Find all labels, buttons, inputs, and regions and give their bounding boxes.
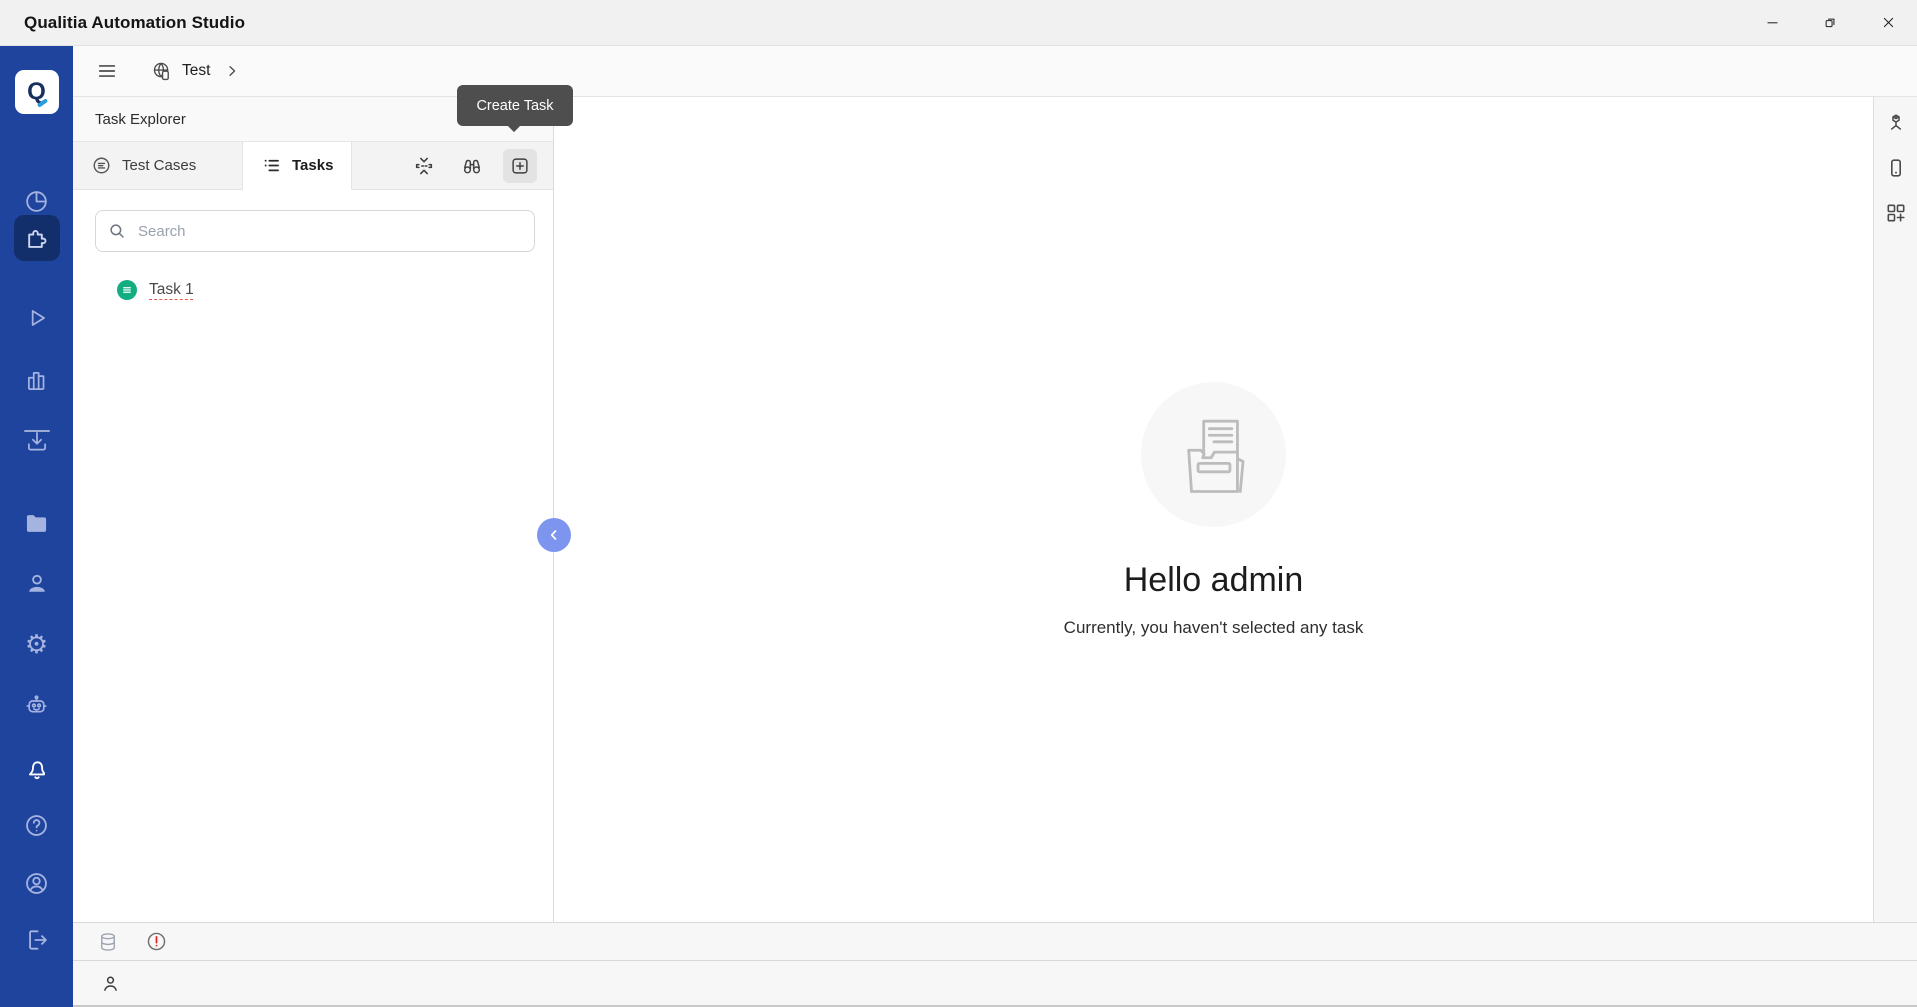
bell-icon	[24, 756, 50, 782]
collapse-all-button[interactable]	[407, 149, 441, 183]
restore-button[interactable]	[1801, 0, 1859, 45]
explorer-tabs: Test Cases Tasks	[73, 142, 553, 190]
search-input[interactable]	[95, 210, 535, 252]
task-list-item[interactable]: Task 1	[117, 280, 194, 300]
create-task-button[interactable]	[503, 149, 537, 183]
add-icon	[509, 155, 531, 177]
help-icon	[23, 812, 50, 839]
mobile-device-button[interactable]	[1883, 155, 1909, 181]
sidebar-item-tasks[interactable]	[14, 215, 60, 261]
empty-state-illustration	[1141, 382, 1286, 527]
titlebar: Qualitia Automation Studio	[0, 0, 1917, 46]
tasks-list-icon	[261, 155, 282, 176]
sidebar-item-help[interactable]	[15, 805, 59, 845]
pie-chart-icon	[23, 188, 50, 215]
add-widget-button[interactable]	[1883, 200, 1909, 226]
sidebar-item-home[interactable]: Q	[15, 70, 59, 114]
gear-icon: ⚙︎	[25, 631, 48, 657]
create-task-tooltip: Create Task	[457, 85, 573, 126]
puzzle-icon	[23, 225, 50, 252]
minimize-button[interactable]	[1743, 0, 1801, 45]
collapse-all-icon	[413, 155, 435, 177]
app-title: Qualitia Automation Studio	[24, 13, 245, 33]
chevron-left-icon	[546, 527, 562, 543]
account-icon	[23, 870, 50, 897]
close-icon	[1881, 15, 1896, 30]
right-rail	[1873, 97, 1917, 922]
breadcrumb-project-name: Test	[182, 62, 210, 80]
test-cases-icon	[91, 155, 112, 176]
sidebar-divider	[24, 430, 50, 432]
robot-icon	[23, 692, 50, 719]
search-icon	[108, 222, 126, 240]
minimize-icon	[1765, 15, 1780, 30]
logout-icon	[24, 927, 50, 953]
user-icon	[100, 973, 121, 994]
user-icon	[24, 571, 50, 597]
sidebar-item-bot[interactable]	[15, 685, 59, 725]
tab-test-cases[interactable]: Test Cases	[73, 142, 243, 190]
alert-icon	[145, 930, 168, 953]
open-folder-icon	[1169, 409, 1259, 499]
database-icon	[97, 931, 119, 953]
tab-tasks-label: Tasks	[292, 157, 333, 174]
find-icon	[461, 155, 483, 177]
qualitia-logo: Q	[27, 80, 46, 104]
chevron-right-icon	[224, 63, 240, 79]
statusbar	[73, 922, 1917, 961]
close-button[interactable]	[1859, 0, 1917, 45]
database-status-button[interactable]	[95, 929, 121, 955]
sidebar-item-logout[interactable]	[15, 920, 59, 960]
user-statusbar	[73, 961, 1917, 1007]
user-status-button[interactable]	[97, 970, 123, 996]
topbar: Test	[73, 46, 1917, 97]
web-mobile-project-icon	[151, 60, 173, 82]
sidebar-item-settings[interactable]: ⚙︎	[15, 624, 59, 664]
explorer-toolbar	[352, 142, 553, 190]
main-content: Hello admin Currently, you haven't selec…	[554, 97, 1873, 922]
task-type-icon	[117, 280, 137, 300]
sidebar-item-import[interactable]	[15, 421, 59, 461]
sidebar-item-account[interactable]	[15, 863, 59, 903]
add-widget-icon	[1884, 201, 1908, 225]
bar-chart-icon	[24, 368, 50, 394]
menu-icon	[96, 60, 118, 82]
breadcrumb-expand-button[interactable]	[224, 63, 240, 79]
sidebar-item-reports[interactable]	[15, 361, 59, 401]
sidebar-item-projects[interactable]	[15, 503, 59, 543]
3d-object-button[interactable]	[1883, 110, 1909, 136]
search-box	[95, 210, 535, 252]
mobile-device-icon	[1884, 156, 1908, 180]
left-sidebar: Q ⚙︎	[0, 46, 73, 1007]
app-window: Qualitia Automation Studio Q	[0, 0, 1917, 1007]
sidebar-item-users[interactable]	[15, 564, 59, 604]
greeting-subtitle: Currently, you haven't selected any task	[1064, 618, 1364, 638]
greeting-heading: Hello admin	[1124, 561, 1304, 600]
restore-icon	[1823, 15, 1838, 30]
task-explorer-panel: Task Explorer Test Cases Tasks	[73, 97, 554, 922]
task-label: Task 1	[149, 281, 194, 299]
menu-button[interactable]	[89, 53, 125, 89]
task-list-area: Task 1	[73, 190, 553, 300]
window-controls	[1743, 0, 1917, 45]
find-button[interactable]	[455, 149, 489, 183]
tab-tasks[interactable]: Tasks	[243, 142, 352, 190]
folder-icon	[23, 510, 50, 537]
play-icon	[24, 305, 50, 331]
sidebar-item-run[interactable]	[15, 298, 59, 338]
alert-status-button[interactable]	[143, 929, 169, 955]
3d-object-icon	[1884, 111, 1908, 135]
sidebar-item-notifications[interactable]	[15, 749, 59, 789]
breadcrumb[interactable]: Test	[151, 60, 210, 82]
collapse-panel-button[interactable]	[537, 518, 571, 552]
tab-test-cases-label: Test Cases	[122, 157, 196, 174]
